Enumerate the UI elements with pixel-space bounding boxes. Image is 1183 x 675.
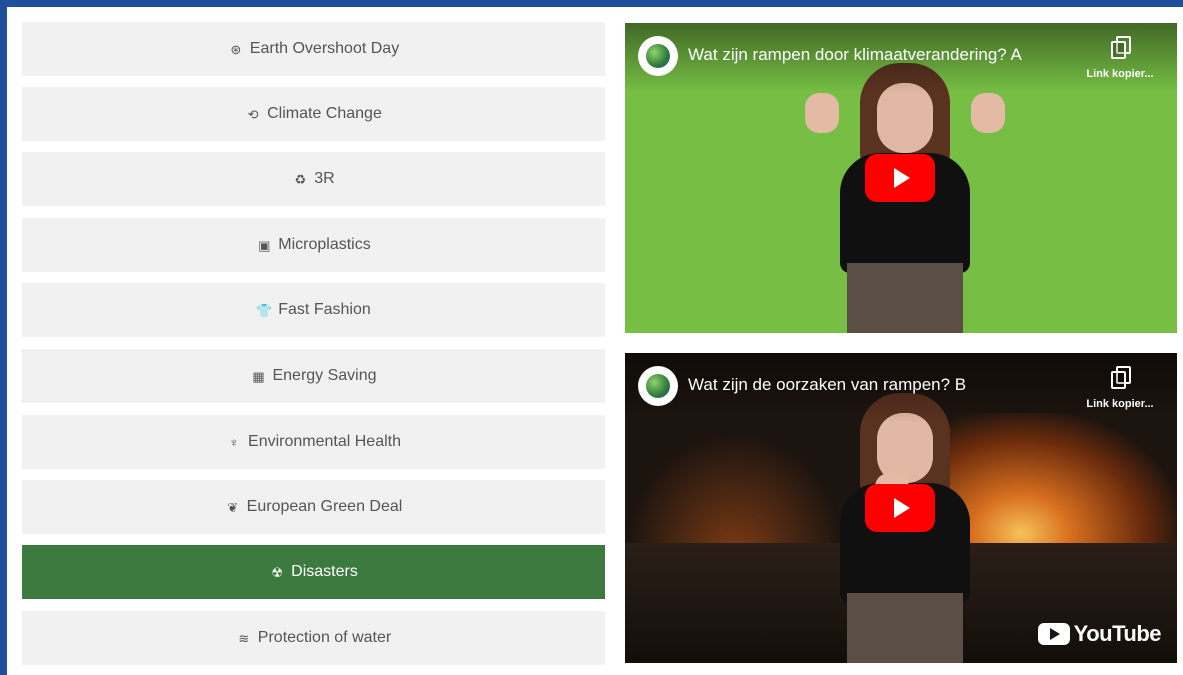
play-button[interactable] — [865, 154, 935, 202]
video-title[interactable]: Wat zijn rampen door klimaatverandering?… — [688, 45, 1022, 65]
menu-item-protection-of-water[interactable]: ≋ Protection of water — [22, 611, 605, 665]
earth-icon: ⊛ — [230, 41, 242, 57]
menu-item-label: Energy Saving — [272, 367, 377, 384]
channel-avatar[interactable] — [638, 366, 678, 406]
menu-item-fast-fashion[interactable]: 👕 Fast Fashion — [22, 283, 605, 337]
menu-item-disasters[interactable]: ☢ Disasters — [22, 545, 605, 599]
menu-item-climate-change[interactable]: ⟲ Climate Change — [22, 87, 605, 141]
copy-icon — [1110, 36, 1131, 59]
menu-item-label: 3R — [314, 170, 335, 187]
play-icon — [894, 498, 910, 518]
menu-item-energy-saving[interactable]: ▦ Energy Saving — [22, 349, 605, 403]
menu-item-label: Protection of water — [257, 629, 392, 646]
solar-panel-icon: ▦ — [252, 368, 265, 384]
copy-link-button[interactable]: Link kopier... — [1085, 366, 1155, 412]
copy-link-label: Link kopier... — [1086, 68, 1154, 80]
menu-item-environmental-health[interactable]: ♆ Environmental Health — [22, 415, 605, 469]
menu-item-label: Earth Overshoot Day — [249, 40, 400, 57]
page: ⊛ Earth Overshoot Day ⟲ Climate Change ♻… — [7, 7, 1183, 675]
menu-item-european-green-deal[interactable]: ❦ European Green Deal — [22, 480, 605, 534]
youtube-wordmark: YouTube — [1073, 621, 1162, 646]
menu-item-label: Microplastics — [278, 236, 371, 253]
video-player-2[interactable]: Wat zijn de oorzaken van rampen? B Link … — [625, 353, 1177, 663]
bottle-icon: ▣ — [258, 237, 271, 253]
menu-item-label: Disasters — [291, 563, 358, 580]
radiation-icon: ☢ — [271, 564, 283, 580]
menu-item-label: Fast Fashion — [278, 301, 371, 318]
menu-item-label: Environmental Health — [248, 433, 401, 450]
recycle-icon: ♻ — [294, 171, 307, 187]
globe-icon — [646, 374, 670, 398]
leaf-icon: ❦ — [227, 499, 239, 515]
menu-item-label: European Green Deal — [246, 498, 403, 515]
globe-icon — [646, 44, 670, 68]
play-icon — [894, 168, 910, 188]
copy-link-button[interactable]: Link kopier... — [1085, 36, 1155, 82]
video-player-1[interactable]: Wat zijn rampen door klimaatverandering?… — [625, 23, 1177, 333]
hand-plant-icon: ♆ — [229, 434, 239, 450]
menu-item-microplastics[interactable]: ▣ Microplastics — [22, 218, 605, 272]
youtube-logo[interactable]: YouTube — [1037, 621, 1162, 647]
video-title[interactable]: Wat zijn de oorzaken van rampen? B — [688, 375, 966, 395]
play-button[interactable] — [865, 484, 935, 532]
copy-icon — [1110, 366, 1131, 389]
menu-item-3r[interactable]: ♻ 3R — [22, 152, 605, 206]
menu-item-label: Climate Change — [267, 105, 382, 122]
climate-icon: ⟲ — [247, 106, 259, 122]
menu-item-earth-overshoot-day[interactable]: ⊛ Earth Overshoot Day — [22, 22, 605, 76]
channel-avatar[interactable] — [638, 36, 678, 76]
youtube-icon — [1037, 623, 1070, 645]
water-waves-icon: ≋ — [238, 630, 250, 646]
copy-link-label: Link kopier... — [1086, 398, 1154, 410]
shirt-icon: 👕 — [256, 302, 273, 318]
